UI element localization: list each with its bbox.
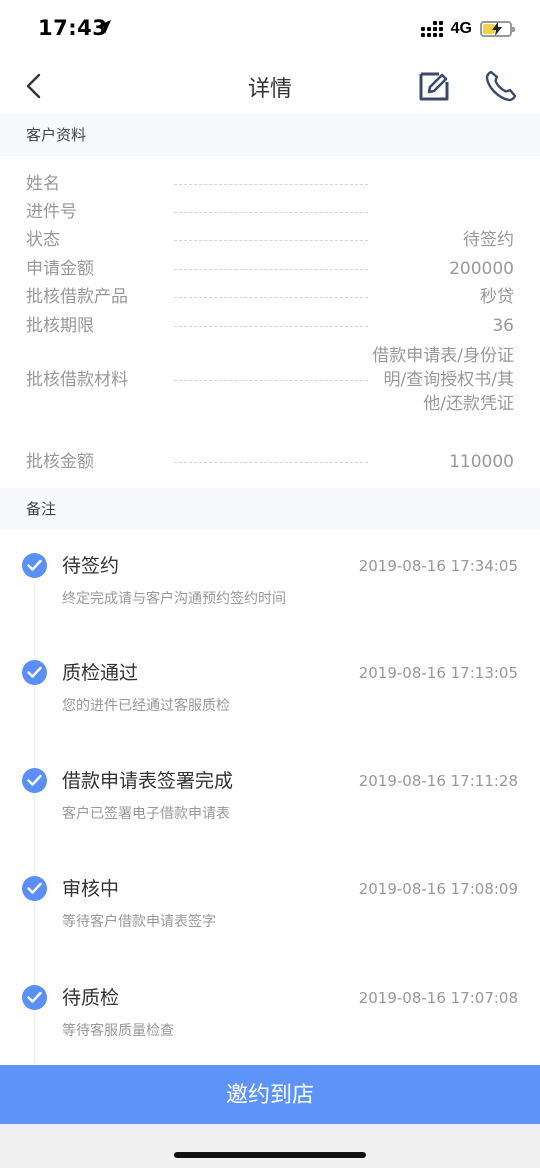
- dashed-divider: [174, 326, 368, 327]
- timeline-item: 质检通过 2019-08-16 17:13:05 您的进件已经通过客服质检: [0, 660, 540, 760]
- check-circle-icon: [22, 553, 47, 578]
- detail-row-term: 批核期限 36: [0, 312, 540, 340]
- home-indicator[interactable]: [174, 1152, 366, 1158]
- invite-to-store-button[interactable]: 邀约到店: [0, 1065, 540, 1124]
- timeline-time: 2019-08-16 17:11:28: [358, 772, 518, 790]
- detail-label: 批核金额: [26, 452, 94, 472]
- signal-icon: [420, 21, 443, 37]
- status-indicators: 4G: [420, 20, 515, 38]
- timeline-item: 借款申请表签署完成 2019-08-16 17:11:28 客户已签署电子借款申…: [0, 768, 540, 868]
- timeline-item: 待签约 2019-08-16 17:34:05 终定完成请与客户沟通预约签约时间: [0, 553, 540, 653]
- timeline-title: 审核中: [62, 878, 120, 900]
- detail-label: 申请金额: [26, 259, 94, 279]
- detail-value: 借款申请表/身份证明/查询授权书/其他/还款凭证: [372, 346, 514, 414]
- edit-icon[interactable]: [417, 69, 451, 103]
- dashed-divider: [174, 184, 368, 185]
- status-bar: 17:43 4G: [0, 0, 540, 58]
- timeline-desc: 等待客服质量检查: [62, 1023, 174, 1039]
- detail-label: 姓名: [26, 174, 60, 194]
- check-circle-icon: [22, 985, 47, 1010]
- dashed-divider: [174, 212, 368, 213]
- check-circle-icon: [22, 660, 47, 685]
- detail-row-status: 状态 待签约: [0, 226, 540, 254]
- dashed-divider: [174, 240, 368, 241]
- detail-value: 110000: [449, 452, 514, 472]
- timeline-time: 2019-08-16 17:08:09: [358, 880, 518, 898]
- detail-value: 秒贷: [480, 287, 514, 307]
- detail-value: 36: [492, 316, 514, 336]
- battery-icon: [480, 21, 515, 37]
- detail-row-product: 批核借款产品 秒贷: [0, 283, 540, 311]
- detail-label: 批核期限: [26, 316, 94, 336]
- detail-row-approved-amount: 批核金额 110000: [0, 448, 540, 476]
- timeline-item: 审核中 2019-08-16 17:08:09 等待客户借款申请表签字: [0, 876, 540, 976]
- detail-row-application-number: 进件号: [0, 198, 540, 226]
- dashed-divider: [174, 297, 368, 298]
- detail-label: 状态: [26, 230, 60, 250]
- detail-row-apply-amount: 申请金额 200000: [0, 255, 540, 283]
- detail-value: 200000: [449, 259, 514, 279]
- check-circle-icon: [22, 768, 47, 793]
- page-title: 详情: [247, 77, 292, 102]
- dashed-divider: [174, 462, 368, 463]
- detail-row-materials: 批核借款材料 借款申请表/身份证明/查询授权书/其他/还款凭证: [0, 344, 540, 416]
- detail-label: 进件号: [26, 202, 77, 222]
- timeline-desc: 终定完成请与客户沟通预约签约时间: [62, 591, 286, 607]
- nav-bar: 详情: [0, 58, 540, 114]
- timeline-title: 借款申请表签署完成: [62, 770, 234, 792]
- timeline-desc: 客户已签署电子借款申请表: [62, 806, 230, 822]
- detail-row-name: 姓名: [0, 170, 540, 198]
- check-circle-icon: [22, 876, 47, 901]
- timeline-time: 2019-08-16 17:34:05: [358, 557, 518, 575]
- detail-label: 批核借款材料: [26, 370, 128, 390]
- phone-icon[interactable]: [484, 69, 518, 103]
- detail-value: 待签约: [463, 230, 514, 250]
- timeline-title: 待质检: [62, 987, 120, 1009]
- timeline-desc: 等待客户借款申请表签字: [62, 914, 216, 930]
- network-type: 4G: [450, 20, 472, 37]
- detail-label: 批核借款产品: [26, 287, 128, 307]
- dashed-divider: [174, 380, 368, 381]
- timeline-title: 质检通过: [62, 662, 139, 684]
- timeline-title: 待签约: [62, 555, 120, 577]
- timeline-time: 2019-08-16 17:13:05: [358, 664, 518, 682]
- timeline-time: 2019-08-16 17:07:08: [358, 989, 518, 1007]
- location-arrow-icon: [97, 20, 111, 34]
- bottom-safe-area: [0, 1124, 540, 1168]
- dashed-divider: [174, 269, 368, 270]
- section-header-remarks: 备注: [0, 488, 540, 530]
- timeline-desc: 您的进件已经通过客服质检: [62, 698, 230, 714]
- section-header-customer: 客户资料: [0, 114, 540, 156]
